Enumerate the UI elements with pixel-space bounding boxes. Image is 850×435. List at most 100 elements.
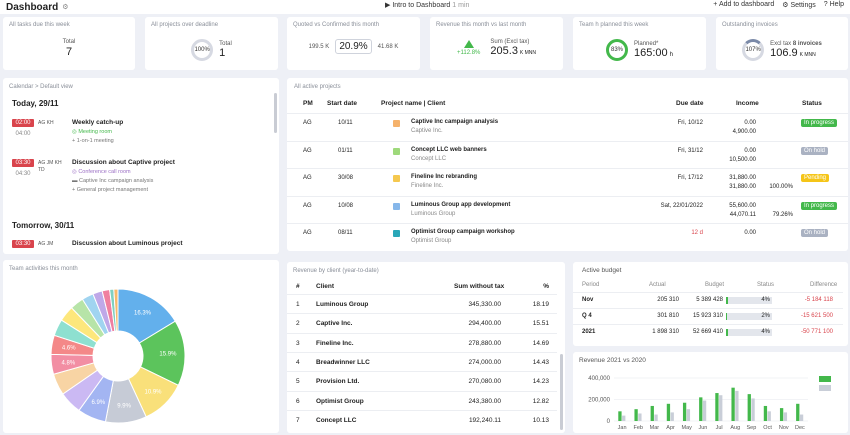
day-heading: Tomorrow, 30/11 xyxy=(12,221,75,230)
revenue-by-client-widget: Revenue by client (year-to-date) # Clien… xyxy=(287,262,565,433)
kpi-revenue[interactable]: Revenue this month vs last month +112.8%… xyxy=(430,17,563,70)
revenue-bar[interactable] xyxy=(622,415,626,421)
progress-ring: 100% xyxy=(191,39,214,61)
progress-ring: 83% xyxy=(606,39,629,61)
status-badge[interactable]: On hold xyxy=(801,229,829,237)
revenue-bar[interactable] xyxy=(747,394,751,421)
kpi-projects-over-deadline[interactable]: All projects over deadline 100% Total 1 xyxy=(145,17,278,70)
revenue-bar-chart: 400,000 200,000 0 Jan Feb Mar Apr May Jun Jul Aug S… xyxy=(588,376,831,431)
team-activities-pie-chart: 16.3% 15.9% 10.9% 9.9% 6.9% 4.8% 4.6% xyxy=(50,288,186,424)
calendar-event[interactable]: 02:00 04:00 AG KH Weekly catch-up ◎ Meet… xyxy=(12,119,267,151)
calendar-scrollbar[interactable] xyxy=(274,93,277,133)
revenue-bar[interactable] xyxy=(686,409,691,421)
x-tick-label: Sep xyxy=(747,425,757,431)
revenue-bar[interactable] xyxy=(763,405,768,421)
budget-status-fill xyxy=(726,297,728,304)
x-tick-label: Jan xyxy=(618,425,627,431)
revenue-bar[interactable] xyxy=(634,409,638,421)
legend-swatch[interactable] xyxy=(819,385,831,391)
revenue-bar[interactable] xyxy=(731,387,735,421)
x-tick-label: Jul xyxy=(716,425,723,431)
revenue-bar[interactable] xyxy=(699,397,703,421)
settings-button[interactable]: ⚙ Settings xyxy=(782,1,816,9)
table-row[interactable]: 3 Fineline Inc. 278,880.00 14.69 xyxy=(287,332,557,352)
project-color-icon xyxy=(393,175,400,182)
calendar-breadcrumb[interactable]: Calendar > Default view xyxy=(9,84,73,90)
calendar-event[interactable]: 03:30 AG JM Discussion about Luminous pr… xyxy=(12,240,267,254)
progress-ring: 107% xyxy=(742,39,765,61)
intro-link[interactable]: ▶ Intro to Dashboard 1 min xyxy=(385,1,469,9)
x-tick-label: Nov xyxy=(779,425,789,431)
status-badge[interactable]: Pending xyxy=(801,174,830,182)
calendar-widget: Calendar > Default view Today, 29/11 02:… xyxy=(3,78,279,254)
table-row[interactable]: 5 Provision Ltd. 270,080.00 14.23 xyxy=(287,371,557,390)
project-color-icon xyxy=(393,230,400,237)
revenue-bar[interactable] xyxy=(654,414,658,421)
active-budget-widget: Active budget Period Actual Budget Statu… xyxy=(573,262,848,346)
revenue-bar[interactable] xyxy=(767,411,771,421)
table-row[interactable]: 4 Breadwinner LLC 274,000.00 14.43 xyxy=(287,351,557,371)
y-tick-label: 200,000 xyxy=(588,398,610,404)
project-color-icon xyxy=(393,202,400,210)
help-button[interactable]: ? Help xyxy=(824,1,844,9)
status-badge[interactable]: In progress xyxy=(801,201,838,210)
table-row: Q 4 301 810 15 923 310 2% -15 621 500 xyxy=(573,308,843,324)
table-row[interactable]: 1 Luminous Group 345,330.00 18.19 xyxy=(287,294,557,313)
revenue-bar[interactable] xyxy=(682,402,687,421)
add-to-dashboard-button[interactable]: + Add to dashboard xyxy=(713,1,774,9)
x-tick-label: Aug xyxy=(730,425,740,431)
revenue-bar[interactable] xyxy=(779,408,784,421)
table-row[interactable]: AG 01/11 Concept LLC web banners Concept LL… xyxy=(287,140,848,168)
revenue-bar[interactable] xyxy=(751,398,755,421)
table-row[interactable]: AG 10/11 Captive Inc campaign analysis Capt… xyxy=(287,113,848,140)
pie-slice-label: 9.9% xyxy=(117,404,131,410)
revenue-bar[interactable] xyxy=(799,414,804,421)
x-tick-label: May xyxy=(682,425,693,431)
table-row[interactable]: 6 Optimist Group 243,380.00 12.82 xyxy=(287,390,557,410)
revenue-bar[interactable] xyxy=(666,403,671,421)
folder-icon: ▬ xyxy=(72,178,78,184)
pie-slice-label: 6.9% xyxy=(91,400,105,406)
top-bar: Dashboard ⚙ ▶ Intro to Dashboard 1 min +… xyxy=(0,0,850,14)
kpi-tasks-due[interactable]: All tasks due this week Total 7 xyxy=(3,17,135,70)
revenue-bar[interactable] xyxy=(670,412,674,421)
revenue-bar[interactable] xyxy=(783,412,788,421)
dashboard-settings-icon[interactable]: ⚙ xyxy=(62,3,68,11)
team-activities-widget: Team activities this month 16.3% 15.9% 10.… xyxy=(3,260,279,433)
revenue-bar[interactable] xyxy=(702,400,707,421)
budget-status-fill xyxy=(726,313,727,320)
revenue-bar[interactable] xyxy=(650,405,654,421)
project-color-icon xyxy=(393,120,400,127)
kpi-quoted-confirmed[interactable]: Quoted vs Confirmed this month 199.5 K 2… xyxy=(287,17,420,70)
status-badge[interactable]: In progress xyxy=(801,119,838,127)
active-projects-widget: All active projects PM Start date Projec… xyxy=(287,78,848,251)
calendar-event[interactable]: 03:30 04:30 AG JM KH TD Discussion about… xyxy=(12,159,267,199)
revenue-bar[interactable] xyxy=(618,411,622,421)
table-scrollbar[interactable] xyxy=(560,354,563,430)
revenue-bar[interactable] xyxy=(719,395,723,421)
table-row[interactable]: AG 30/08 Fineline Inc rebranding Fineline I… xyxy=(287,168,848,195)
revenue-bar[interactable] xyxy=(715,393,719,421)
pie-slice-label: 4.8% xyxy=(62,360,76,366)
x-tick-label: Dec xyxy=(795,425,805,431)
budget-status-bar: 2% xyxy=(726,313,772,320)
revenue-comparison-widget: Revenue 2021 vs 2020 400,000 200,000 0 Jan F… xyxy=(573,352,848,433)
table-row[interactable]: 7 Concept LLC 192,240.11 10.13 xyxy=(287,409,557,429)
kpi-outstanding-invoices[interactable]: Outstanding invoices 107% Excl tax 8 inv… xyxy=(716,17,848,70)
table-row[interactable]: AG 10/08 Luminous Group app development Lum… xyxy=(287,195,848,223)
revenue-bar[interactable] xyxy=(735,390,739,421)
x-tick-label: Feb xyxy=(634,425,643,431)
pie-slice-label: 16.3% xyxy=(134,310,152,316)
revenue-bar[interactable] xyxy=(796,403,800,421)
budget-status-fill xyxy=(726,329,728,336)
revenue-bar[interactable] xyxy=(638,413,642,421)
budget-status-bar: 4% xyxy=(726,329,772,336)
status-badge[interactable]: On hold xyxy=(801,146,829,155)
table-row[interactable]: 2 Captive Inc. 294,400.00 15.51 xyxy=(287,313,557,332)
x-tick-label: Apr xyxy=(666,425,675,431)
legend-swatch[interactable] xyxy=(819,376,831,382)
table-row[interactable]: AG 08/11 Optimist Group campaign workshop O… xyxy=(287,223,848,250)
trend-up-icon xyxy=(463,40,474,48)
kpi-team-planned[interactable]: Team h planned this week 83% Planned* 16… xyxy=(573,17,706,70)
day-heading: Today, 29/11 xyxy=(12,99,59,108)
